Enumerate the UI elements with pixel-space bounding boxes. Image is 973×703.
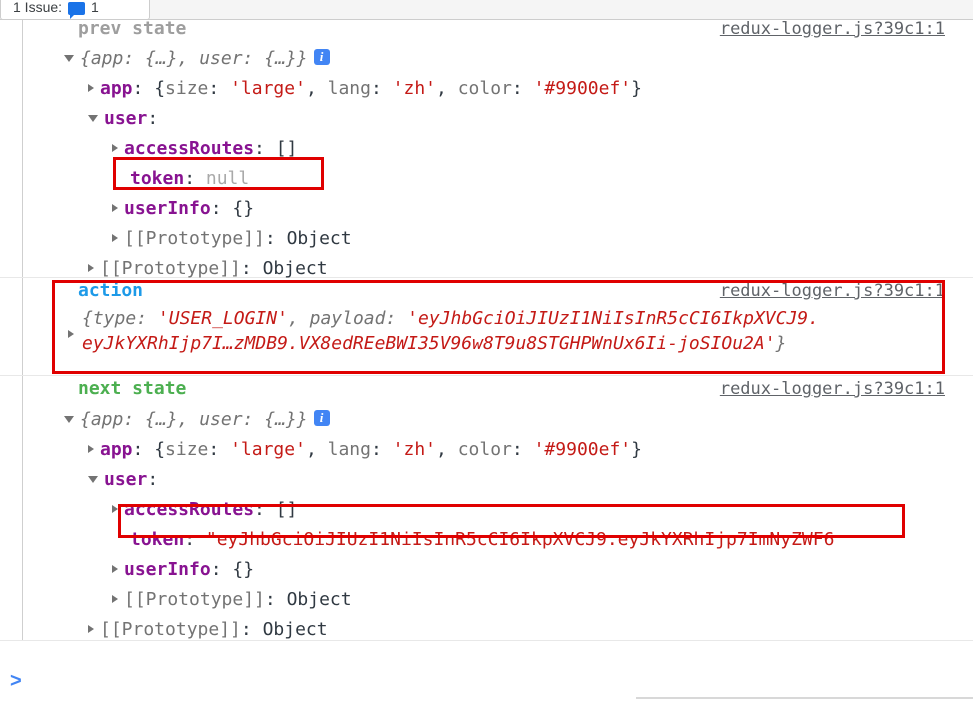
tree-row-accessRoutes[interactable]: accessRoutes: [] — [0, 495, 973, 525]
property-colon: : — [184, 168, 206, 189]
log-group-prev-state: prev state redux-logger.js?39c1:1 {app: … — [0, 20, 973, 279]
expand-triangle-icon[interactable] — [112, 505, 118, 513]
object-summary-text: {app: {…}, user: {…}} — [80, 48, 308, 69]
expand-triangle-icon[interactable] — [112, 144, 118, 152]
action-header: action redux-logger.js?39c1:1 — [0, 278, 973, 306]
property-key: accessRoutes — [124, 138, 255, 159]
action-line-2: eyJkYXRhIjp7I…zMDB9.VX8edREeBWI35V96w8T9… — [60, 331, 973, 356]
message-icon — [68, 2, 86, 19]
property-value: : Object — [240, 258, 328, 279]
property-value-null: null — [205, 168, 250, 189]
action-type-colon: : — [136, 308, 158, 329]
expand-triangle-icon[interactable] — [64, 54, 74, 62]
tree-row-app[interactable]: app: {size: 'large', lang: 'zh', color: … — [0, 435, 973, 465]
prev-state-title: prev state — [78, 20, 187, 39]
action-payload-part1: 'eyJhbGciOiJIUzI1NiIsInR5cCI6IkpXVCJ9. — [407, 308, 819, 329]
expand-triangle-icon[interactable] — [88, 445, 94, 453]
source-link[interactable]: redux-logger.js?39c1:1 — [720, 20, 945, 38]
tree-row-userInfo[interactable]: userInfo: {} — [0, 194, 973, 224]
tree-row-userInfo[interactable]: userInfo: {} — [0, 555, 973, 585]
property-key: user — [104, 108, 148, 129]
expand-triangle-icon[interactable] — [68, 330, 74, 338]
issues-tab-count: 1 — [91, 0, 99, 15]
expand-triangle-icon[interactable] — [88, 625, 94, 633]
expand-triangle-icon[interactable] — [112, 204, 118, 212]
expand-triangle-icon[interactable] — [88, 114, 98, 122]
expand-triangle-icon[interactable] — [88, 475, 98, 483]
property-key: accessRoutes — [124, 499, 255, 520]
property-key: token — [130, 168, 185, 189]
tree-row-prototype-outer[interactable]: [[Prototype]]: Object — [0, 615, 973, 645]
tree-row-token[interactable]: token: "eyJhbGciOiJIUzI1NiIsInR5cCI6IkpX… — [0, 525, 973, 555]
expand-triangle-icon[interactable] — [112, 234, 118, 242]
property-key: app — [100, 78, 133, 99]
property-value: : {} — [210, 559, 255, 580]
expand-triangle-icon[interactable] — [64, 415, 74, 423]
expand-triangle-icon[interactable] — [88, 84, 94, 92]
action-type-key: type — [92, 308, 137, 329]
action-close-brace: } — [775, 333, 787, 354]
property-key: [[Prototype]] — [124, 228, 265, 249]
info-badge-icon[interactable]: i — [313, 49, 330, 65]
source-link[interactable]: redux-logger.js?39c1:1 — [720, 376, 945, 402]
action-title: action — [78, 280, 144, 301]
property-key: [[Prototype]] — [124, 589, 265, 610]
property-value: : [] — [254, 499, 298, 520]
property-key: user — [104, 469, 148, 490]
info-badge-icon[interactable]: i — [313, 410, 330, 426]
console-prompt-row[interactable]: > — [0, 665, 973, 695]
property-key: [[Prototype]] — [100, 258, 241, 279]
action-separator: , — [287, 308, 310, 329]
tree-row-user[interactable]: user: — [0, 104, 973, 134]
property-value: : Object — [264, 589, 352, 610]
action-object-body[interactable]: {type: 'USER_LOGIN', payload: 'eyJhbGciO… — [0, 306, 973, 356]
issues-tab[interactable]: 1 Issue: 1 — [0, 0, 150, 20]
property-value: : Object — [240, 619, 328, 640]
object-summary-row[interactable]: {app: {…}, user: {…}} i — [0, 44, 973, 74]
next-state-title: next state — [78, 378, 187, 399]
issues-tab-label: 1 Issue: — [13, 0, 63, 15]
action-payload-part2: eyJkYXRhIjp7I…zMDB9.VX8edREeBWI35V96w8T9… — [82, 333, 776, 354]
property-key: [[Prototype]] — [100, 619, 241, 640]
tree-row-prototype-inner[interactable]: [[Prototype]]: Object — [0, 224, 973, 254]
log-group-action: action redux-logger.js?39c1:1 {type: 'US… — [0, 278, 973, 376]
property-colon: : — [184, 529, 206, 550]
expand-triangle-icon[interactable] — [112, 595, 118, 603]
property-value: : Object — [264, 228, 352, 249]
tree-row-user[interactable]: user: — [0, 465, 973, 495]
chevron-right-icon: > — [10, 670, 22, 692]
property-value: : [] — [254, 138, 298, 159]
action-open-brace: { — [82, 308, 93, 329]
property-value: : {} — [210, 198, 255, 219]
action-line-1: {type: 'USER_LOGIN', payload: 'eyJhbGciO… — [60, 306, 973, 331]
tree-row-accessRoutes[interactable]: accessRoutes: [] — [0, 134, 973, 164]
action-payload-key: payload — [309, 308, 386, 329]
tree-row-token[interactable]: token: null — [0, 164, 973, 194]
expand-triangle-icon[interactable] — [112, 565, 118, 573]
action-type-value: 'USER_LOGIN' — [157, 308, 288, 329]
object-summary-text: {app: {…}, user: {…}} — [80, 409, 308, 430]
expand-triangle-icon[interactable] — [88, 264, 94, 272]
console-input[interactable] — [33, 665, 933, 687]
console-log-panel[interactable]: prev state redux-logger.js?39c1:1 {app: … — [0, 20, 973, 703]
property-key: userInfo — [124, 198, 211, 219]
bottom-divider — [636, 697, 973, 699]
property-value-string: "eyJhbGciOiJIUzI1NiIsInR5cCI6IkpXVCJ9.ey… — [205, 529, 835, 550]
log-group-next-state: next state redux-logger.js?39c1:1 {app: … — [0, 376, 973, 641]
property-key: userInfo — [124, 559, 211, 580]
tree-row-prototype-inner[interactable]: [[Prototype]]: Object — [0, 585, 973, 615]
property-key: token — [130, 529, 185, 550]
tree-row-app[interactable]: app: {size: 'large', lang: 'zh', color: … — [0, 74, 973, 104]
action-payload-colon: : — [385, 308, 408, 329]
next-state-header: next state redux-logger.js?39c1:1 — [0, 376, 973, 405]
object-summary-row[interactable]: {app: {…}, user: {…}} i — [0, 405, 973, 435]
property-value: : — [147, 108, 159, 129]
prev-state-header: prev state redux-logger.js?39c1:1 — [0, 20, 973, 44]
property-key: app — [100, 439, 133, 460]
source-link[interactable]: redux-logger.js?39c1:1 — [720, 278, 945, 304]
property-value: : — [147, 469, 159, 490]
